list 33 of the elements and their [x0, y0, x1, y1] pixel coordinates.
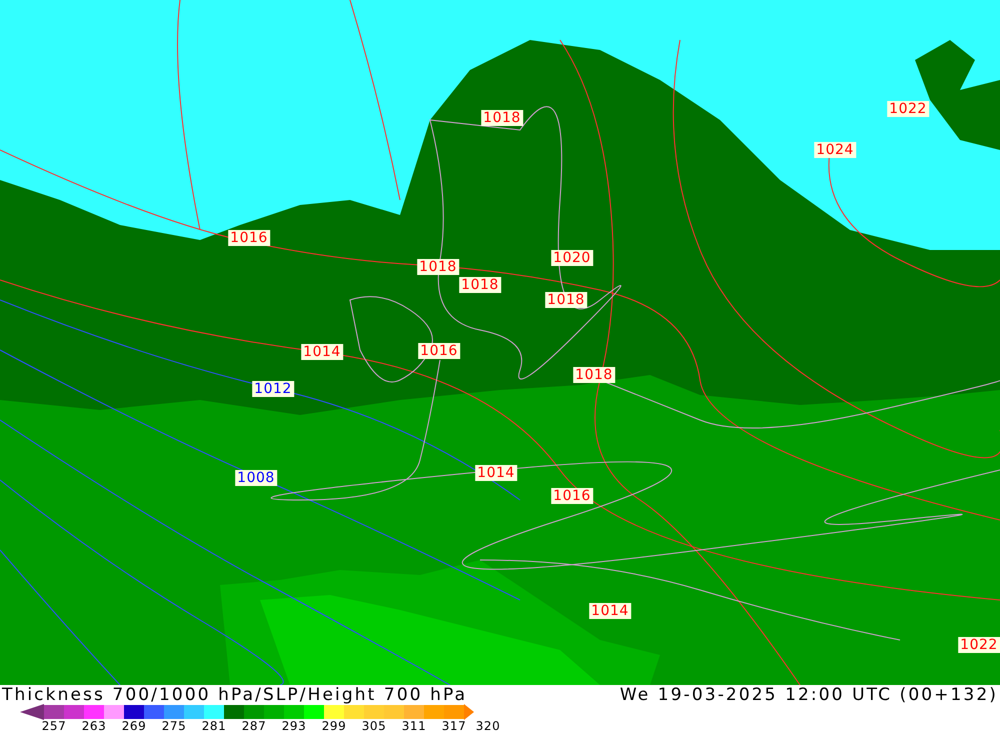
isobar-label: 1018 [417, 259, 459, 275]
isobar-label: 1014 [589, 603, 631, 619]
scale-tick-label: 317 [440, 719, 468, 733]
scale-tick-label: 293 [280, 719, 308, 733]
scale-tick-label: 287 [240, 719, 268, 733]
scale-end-arrow-icon [464, 704, 474, 720]
isobar-label: 1018 [481, 110, 523, 126]
isobar-label: 1008 [235, 470, 277, 486]
isobar-label: 1018 [545, 292, 587, 308]
scale-tick-label: 320 [474, 719, 502, 733]
scale-tick-label: 275 [160, 719, 188, 733]
isobar-label: 1012 [252, 381, 294, 397]
isobar-label: 1014 [475, 465, 517, 481]
scale-tick-label: 269 [120, 719, 148, 733]
valid-time: We 19-03-2025 12:00 UTC (00+132) [620, 685, 998, 705]
isobar-label: 1024 [814, 142, 856, 158]
scale-tick-label: 281 [200, 719, 228, 733]
isobar-label: 1022 [958, 637, 1000, 653]
scale-tick-label: 263 [80, 719, 108, 733]
isobar-label: 1016 [228, 230, 270, 246]
chart-title: Thickness 700/1000 hPa/SLP/Height 700 hPa [2, 685, 468, 705]
isobar-label: 1016 [418, 343, 460, 359]
scale-tick-label: 257 [40, 719, 68, 733]
scale-tick-label: 311 [400, 719, 428, 733]
scale-end-arrow-icon [20, 704, 44, 720]
isobar-label: 1020 [551, 250, 593, 266]
isobar-label: 1018 [573, 367, 615, 383]
scale-tick-label: 299 [320, 719, 348, 733]
isobar-label: 1018 [459, 277, 501, 293]
isobar-label: 1022 [887, 101, 929, 117]
isobar-label: 1016 [551, 488, 593, 504]
scale-tick-label: 305 [360, 719, 388, 733]
isobar-label: 1014 [301, 344, 343, 360]
